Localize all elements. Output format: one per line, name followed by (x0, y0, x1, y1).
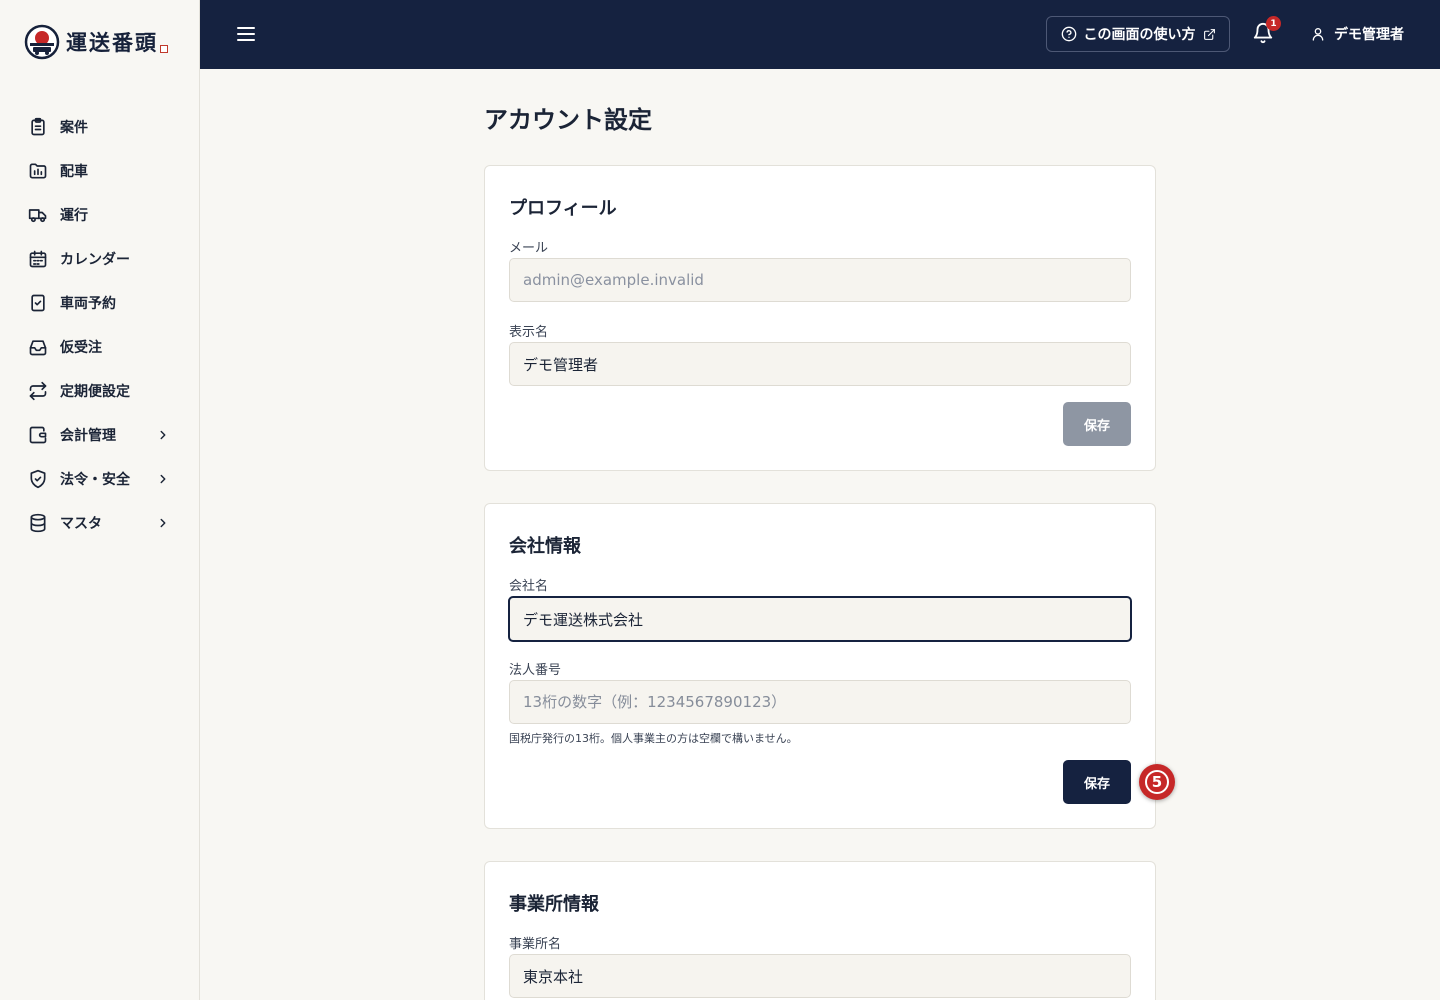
notifications-button[interactable]: 1 (1252, 16, 1281, 46)
sidebar: 運送番頭 案件 配車 運行 カレンダー 車両予約 仮受注 定期便設定 会計管理 … (0, 0, 200, 1000)
corp-number-field[interactable] (509, 680, 1131, 724)
company-card: 会社情報 会社名 法人番号 国税庁発行の13桁。個人事業主の方は空欄で構いません… (484, 503, 1156, 829)
chevron-right-icon (156, 471, 170, 490)
truck-icon (28, 205, 48, 225)
top-bar: この画面の使い方 1 デモ管理者 (200, 0, 1440, 69)
sidebar-item-calendar[interactable]: カレンダー (0, 237, 200, 281)
email-label: メール (509, 241, 549, 256)
repeat-icon (28, 381, 48, 401)
app-logo[interactable]: 運送番頭 (24, 22, 168, 62)
question-circle-icon (1061, 26, 1076, 42)
company-save-button[interactable]: 保存 (1063, 760, 1131, 804)
sidebar-item-compliance-safety[interactable]: 法令・安全 (0, 457, 200, 501)
office-card: 事業所情報 事業所名 (484, 861, 1156, 1000)
database-icon (28, 513, 48, 533)
menu-toggle-button[interactable] (234, 22, 258, 46)
logo-mark-icon (24, 24, 60, 60)
sidebar-item-label: 仮受注 (60, 340, 102, 356)
sidebar-item-label: 会計管理 (60, 428, 116, 444)
company-name-field[interactable] (508, 596, 1132, 642)
profile-card: プロフィール メール 表示名 保存 (484, 165, 1156, 471)
profile-card-title: プロフィール (509, 198, 617, 219)
email-field[interactable] (509, 258, 1131, 302)
sidebar-item-label: 運行 (60, 208, 88, 224)
sidebar-item-vehicle-reservation[interactable]: 車両予約 (0, 281, 200, 325)
sidebar-item-label: 法令・安全 (60, 472, 130, 488)
sidebar-item-label: 案件 (60, 120, 88, 136)
external-link-icon (1203, 28, 1215, 40)
user-name: デモ管理者 (1334, 27, 1404, 43)
corp-number-hint: 国税庁発行の13桁。個人事業主の方は空欄で構いません。 (509, 732, 798, 745)
user-icon (1312, 28, 1324, 41)
sidebar-item-label: 定期便設定 (60, 384, 130, 400)
clipboard-icon (28, 117, 48, 137)
step-marker-badge: 5 (1139, 764, 1175, 800)
logo-text: 運送番頭 (66, 30, 158, 55)
sidebar-item-label: マスタ (60, 516, 102, 532)
clipboard-check-icon (28, 293, 48, 313)
sidebar-item-label: 車両予約 (60, 296, 116, 312)
sidebar-item-master[interactable]: マスタ (0, 501, 200, 545)
sidebar-item-label: カレンダー (60, 252, 130, 268)
calendar-icon (28, 249, 48, 269)
chevron-right-icon (156, 515, 170, 534)
display-name-label: 表示名 (509, 325, 549, 340)
logo-seal-icon (160, 45, 168, 53)
corp-number-label: 法人番号 (509, 663, 562, 678)
sidebar-item-dispatch[interactable]: 配車 (0, 149, 200, 193)
wallet-icon (28, 425, 48, 445)
chevron-right-icon (156, 427, 170, 446)
notification-count-badge: 1 (1266, 16, 1281, 31)
company-card-title: 会社情報 (509, 536, 581, 557)
sidebar-item-accounting[interactable]: 会計管理 (0, 413, 200, 457)
inbox-icon (28, 337, 48, 357)
sidebar-item-operations[interactable]: 運行 (0, 193, 200, 237)
sidebar-item-provisional-orders[interactable]: 仮受注 (0, 325, 200, 369)
sidebar-item-regular-routes[interactable]: 定期便設定 (0, 369, 200, 413)
folder-chart-icon (28, 161, 48, 181)
shield-check-icon (28, 469, 48, 489)
user-menu[interactable]: デモ管理者 (1310, 22, 1404, 46)
page-title: アカウント設定 (484, 106, 652, 134)
office-name-field[interactable] (509, 954, 1131, 998)
help-button[interactable]: この画面の使い方 (1046, 16, 1230, 52)
office-card-title: 事業所情報 (509, 894, 599, 915)
sidebar-item-label: 配車 (60, 164, 88, 180)
company-name-label: 会社名 (509, 579, 549, 594)
display-name-field[interactable] (509, 342, 1131, 386)
step-marker-number: 5 (1145, 770, 1169, 794)
sidebar-item-cases[interactable]: 案件 (0, 105, 200, 149)
office-name-label: 事業所名 (509, 937, 562, 952)
profile-save-button[interactable]: 保存 (1063, 402, 1131, 446)
sidebar-nav: 案件 配車 運行 カレンダー 車両予約 仮受注 定期便設定 会計管理 法令・安全… (0, 105, 200, 545)
help-button-label: この画面の使い方 (1083, 27, 1196, 43)
hamburger-icon (237, 27, 255, 41)
